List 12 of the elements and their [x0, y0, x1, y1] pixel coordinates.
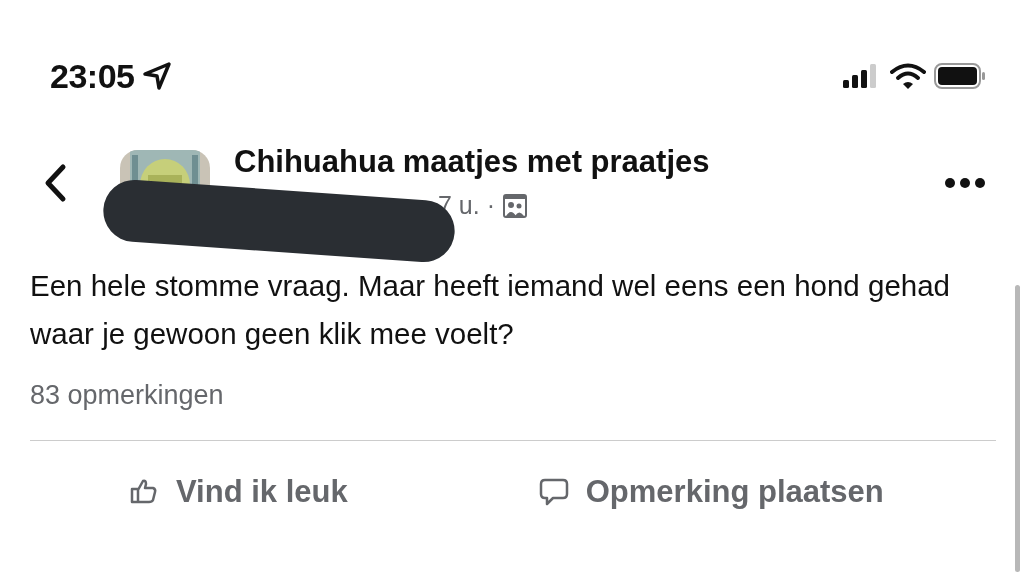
post-text: Een hele stomme vraag. Maar heeft iemand wel eens een hond gehad waar je gewoon geen klik mee voelt?: [29, 268, 951, 352]
comment-button[interactable]: Opmerking plaatsen: [537, 468, 884, 515]
battery-icon: [934, 63, 986, 89]
like-button[interactable]: Vind ik leuk: [128, 468, 348, 515]
comment-count[interactable]: 83 opmerkingen: [30, 380, 224, 410]
group-members-icon: [503, 193, 527, 218]
more-icon[interactable]: [944, 176, 986, 189]
group-name[interactable]: Chihuahua maatjes met praatjes: [234, 144, 944, 179]
status-time: 23:05: [50, 55, 135, 97]
speech-bubble-icon: [537, 476, 570, 507]
location-arrow-icon: [142, 61, 173, 91]
wifi-icon: [890, 63, 926, 89]
